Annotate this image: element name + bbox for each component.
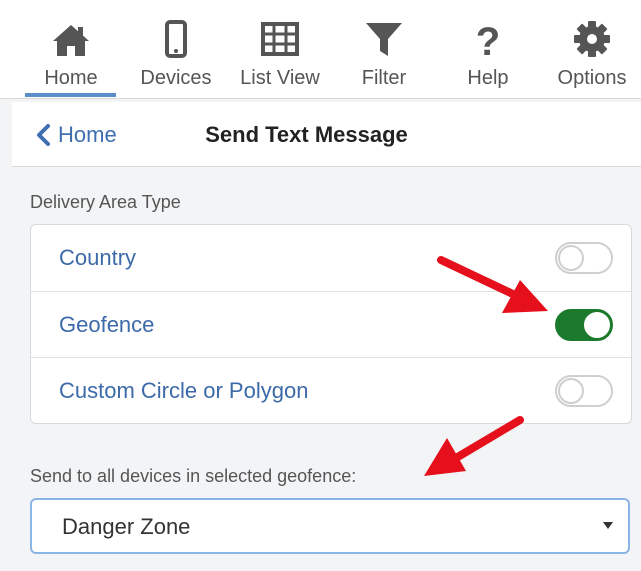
delivery-area-label: Delivery Area Type xyxy=(30,192,181,212)
nav-devices-label: Devices xyxy=(140,67,212,89)
caret-down-icon xyxy=(603,522,613,529)
custom-shape-toggle[interactable] xyxy=(555,375,613,407)
table-icon xyxy=(258,18,302,62)
option-label: Country xyxy=(59,245,137,270)
page-header: Home Send Text Message xyxy=(12,102,641,167)
nav-filter[interactable]: Filter xyxy=(332,0,436,98)
country-toggle[interactable] xyxy=(555,242,613,274)
geofence-toggle[interactable] xyxy=(555,309,613,341)
nav-options[interactable]: Options xyxy=(540,0,641,98)
nav-options-label: Options xyxy=(557,67,627,89)
delivery-area-list: Country Geofence Custom Circle or Polygo… xyxy=(30,224,632,424)
option-label: Custom Circle or Polygon xyxy=(59,378,309,403)
nav-list-view[interactable]: List View xyxy=(228,0,332,98)
top-nav: Home Devices List View Filter ? Help Opt… xyxy=(0,0,641,99)
annotation-arrow-select xyxy=(424,416,524,476)
geofence-select-value: Danger Zone xyxy=(62,514,191,539)
question-icon: ? xyxy=(466,18,510,62)
geofence-select-label: Send to all devices in selected geofence… xyxy=(30,466,357,486)
nav-active-indicator xyxy=(25,93,116,97)
toggle-knob xyxy=(584,312,610,338)
filter-icon xyxy=(362,18,406,62)
toggle-knob xyxy=(558,378,584,404)
option-label: Geofence xyxy=(59,312,155,337)
list-item-custom-shape[interactable]: Custom Circle or Polygon xyxy=(31,357,631,423)
nav-devices[interactable]: Devices xyxy=(124,0,228,98)
mobile-icon xyxy=(154,18,198,62)
nav-help-label: Help xyxy=(467,67,509,89)
list-item-country[interactable]: Country xyxy=(31,225,631,291)
gear-icon xyxy=(570,18,614,62)
nav-home-label: Home xyxy=(44,67,98,89)
geofence-select[interactable]: Danger Zone xyxy=(30,498,630,554)
svg-text:?: ? xyxy=(476,20,500,62)
nav-help[interactable]: ? Help xyxy=(436,0,540,98)
nav-filter-label: Filter xyxy=(361,67,407,89)
toggle-knob xyxy=(558,245,584,271)
nav-home[interactable]: Home xyxy=(19,0,123,98)
page-title: Send Text Message xyxy=(205,122,408,147)
list-item-geofence[interactable]: Geofence xyxy=(31,291,631,358)
nav-list-view-label: List View xyxy=(240,67,320,89)
home-icon xyxy=(49,18,93,62)
